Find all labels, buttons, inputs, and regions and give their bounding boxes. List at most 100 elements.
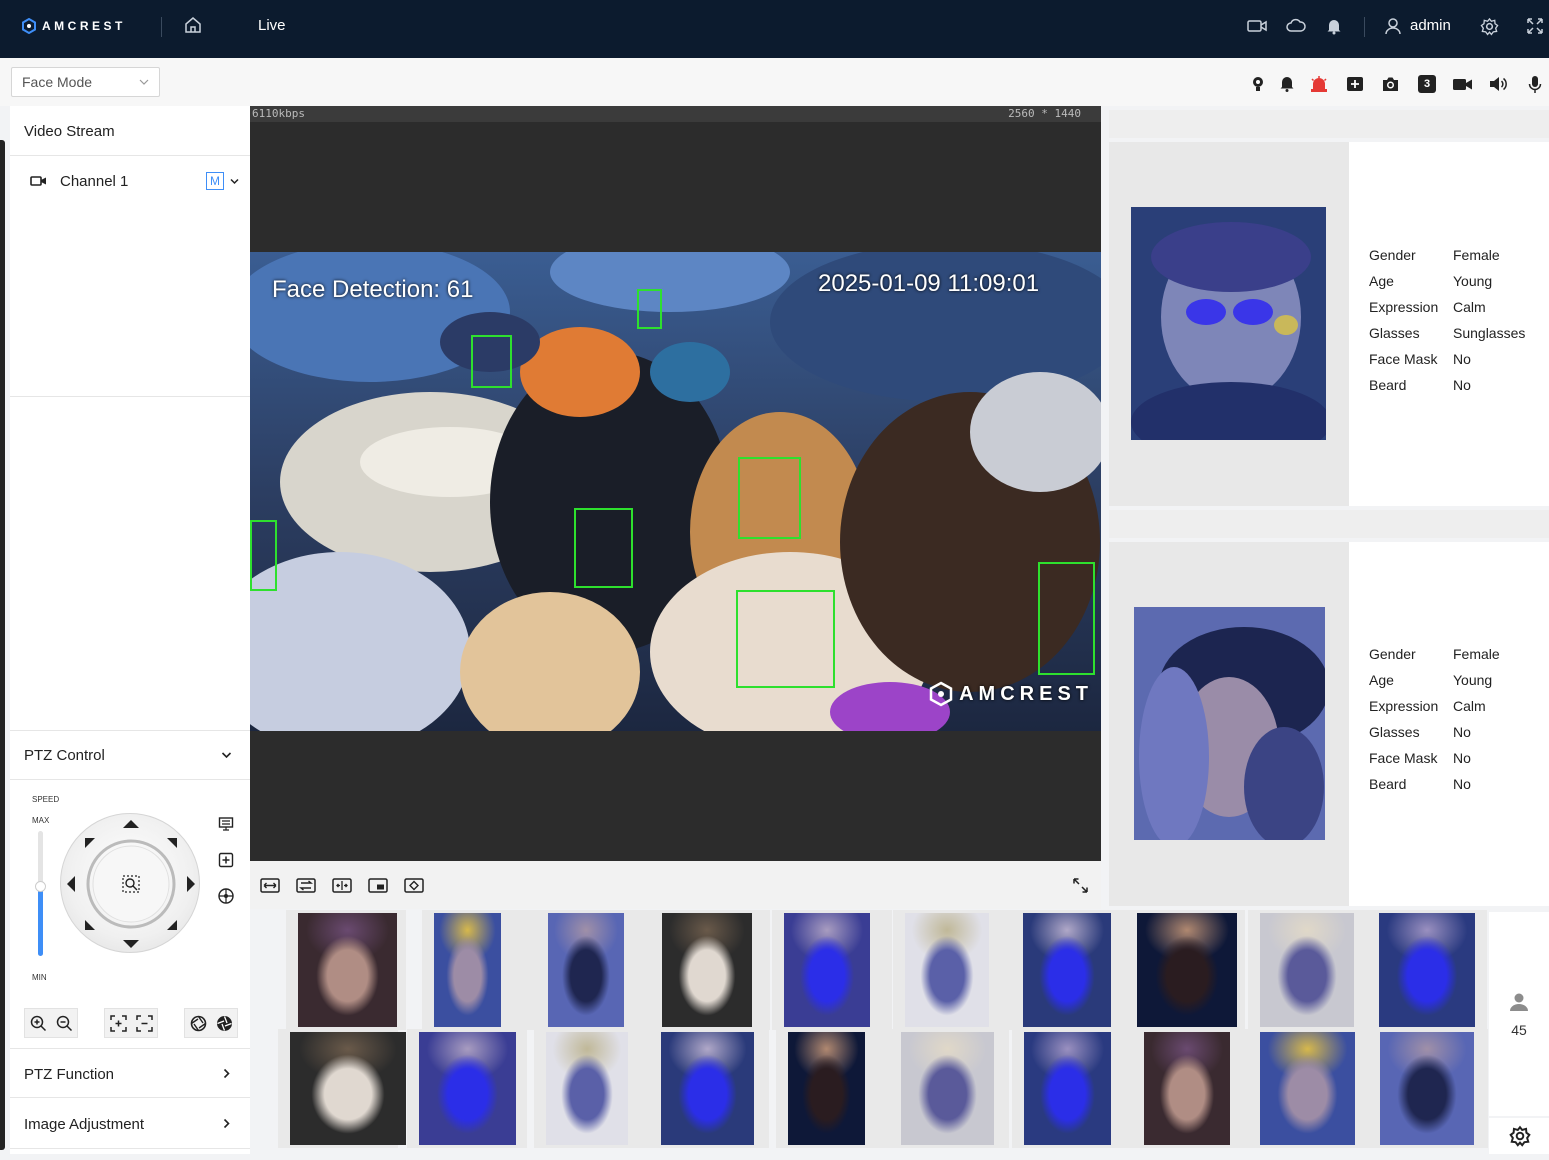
attr-row-age: Age Young [1369,273,1525,299]
face-capture-thumbnail[interactable] [662,913,752,1027]
fullscreen-icon[interactable] [1526,17,1544,35]
iris-open-icon[interactable] [189,1014,208,1033]
live-video-view[interactable]: 6110kbps 2560 * 1440 Face Detection: 61 … [250,106,1101,861]
original-size-icon[interactable] [332,878,352,893]
face-card-thumb-area [1109,142,1349,506]
face-capture-thumbnail[interactable] [788,1032,865,1145]
window-edge [0,140,5,1150]
face-detection-box[interactable] [1038,562,1095,675]
face-capture-thumbnail[interactable] [434,913,501,1027]
channel-item[interactable]: Channel 1 M [10,166,250,196]
face-detection-box[interactable] [637,289,662,329]
video-timestamp: 2025-01-09 11:09:01 [818,270,1040,297]
ptz-position-icon[interactable] [217,887,235,905]
attr-row-gender: Gender Female [1369,646,1500,672]
face-attributes: Gender Female Age Young Expression Calm Gla… [1369,646,1500,802]
focus-near-icon[interactable] [110,1015,127,1032]
triple-snapshot-icon[interactable]: 3 [1418,75,1436,93]
light-icon[interactable] [1250,75,1266,93]
camera-record-icon[interactable] [1247,17,1267,35]
ptz-direction-pad[interactable] [60,813,200,953]
ptz-control-header[interactable]: PTZ Control [10,730,250,780]
chevron-down-icon [221,752,232,759]
fit-width-icon[interactable] [260,878,280,893]
face-capture-thumbnail[interactable] [548,913,624,1027]
face-capture-thumbnail[interactable] [1024,1032,1111,1145]
watermark-text: AMCREST [959,682,1093,705]
stream-switch-icon[interactable] [296,878,316,893]
face-detection-box[interactable] [471,335,512,388]
face-capture-thumbnail[interactable] [546,1032,628,1145]
face-capture-thumbnail[interactable] [1380,1032,1474,1145]
gear-icon[interactable] [1480,17,1499,36]
face-capture-thumbnail[interactable] [1023,913,1111,1027]
picture-in-picture-icon[interactable] [368,878,388,893]
face-detection-box[interactable] [736,590,835,688]
attr-key: Beard [1369,776,1407,792]
face-capture-thumbnail[interactable] [298,913,397,1027]
face-detection-box[interactable] [250,520,277,591]
focus-far-icon[interactable] [136,1015,153,1032]
attr-row-expression: Expression Calm [1369,698,1500,724]
stream-type-badge[interactable]: M [206,172,224,190]
attr-key: Face Mask [1369,351,1438,367]
record-icon[interactable] [1452,75,1473,93]
add-window-icon[interactable] [1346,75,1364,93]
face-card[interactable]: Gender Female Age Young Expression Calm Gla… [1109,142,1549,506]
gear-icon[interactable] [1509,1125,1531,1147]
attr-value: Female [1453,247,1500,263]
mic-icon[interactable] [1527,75,1543,94]
ptz-add-preset-icon[interactable] [218,852,234,868]
attr-row-gender: Gender Female [1369,247,1525,273]
siren-icon[interactable] [1309,75,1329,93]
face-capture-thumbnail[interactable] [290,1032,406,1145]
snapshot-icon[interactable] [1381,75,1400,93]
focus-button-group [104,1008,158,1038]
attr-key: Glasses [1369,325,1420,341]
face-capture-thumbnail[interactable] [661,1032,754,1145]
image-adjustment-row[interactable]: Image Adjustment [10,1099,250,1149]
bell-icon[interactable] [1325,17,1343,35]
speed-slider[interactable] [35,831,46,956]
expand-icon[interactable] [1072,877,1089,894]
face-capture-thumbnail[interactable] [905,913,989,1027]
face-capture-thumbnail[interactable] [1144,1032,1230,1145]
face-capture-thumbnail[interactable] [1260,913,1354,1027]
attr-row-age: Age Young [1369,672,1500,698]
face-capture-thumbnail[interactable] [901,1032,994,1145]
face-capture-thumbnail[interactable] [1260,1032,1355,1145]
attr-key: Age [1369,273,1394,289]
face-capture-thumbnail[interactable] [419,1032,516,1145]
mode-select[interactable]: Face Mode [11,67,160,97]
ptz-function-row[interactable]: PTZ Function [10,1048,250,1098]
user-name[interactable]: admin [1410,17,1451,34]
zoom-out-icon[interactable] [56,1015,73,1032]
alarm-bell-icon[interactable] [1279,75,1295,93]
cloud-icon[interactable] [1286,17,1306,35]
camera-channel-icon [30,176,46,186]
face-card[interactable]: Gender Female Age Young Expression Calm Gla… [1109,542,1549,906]
speed-slider-handle[interactable] [35,881,46,892]
attr-row-glasses: Glasses Sunglasses [1369,325,1525,351]
speaker-icon[interactable] [1488,75,1508,93]
face-capture-thumbnail[interactable] [784,913,870,1027]
iris-close-icon[interactable] [215,1014,234,1033]
face-capture-thumbnail[interactable] [1137,913,1237,1027]
face-detection-box[interactable] [738,457,801,539]
face-capture-thumbnail[interactable] [1379,913,1475,1027]
rule-overlay-icon[interactable] [404,878,424,893]
zoom-in-icon[interactable] [30,1015,47,1032]
channel-label: Channel 1 [60,173,129,190]
chevron-down-icon[interactable] [230,178,239,185]
left-panel: Video Stream Channel 1 M PTZ Control SPE… [10,106,250,1154]
nav-live[interactable]: Live [258,17,286,34]
user-icon[interactable] [1384,17,1402,35]
ptz-menu-icon[interactable] [218,816,234,832]
face-detection-box[interactable] [574,508,633,588]
resolution-readout: 2560 * 1440 [1008,107,1081,120]
crowd-scene-image [250,252,1101,731]
home-icon[interactable] [183,15,203,35]
speed-min-label: MIN [32,973,47,982]
amcrest-logo[interactable]: AMCREST [22,18,126,34]
attr-value: No [1453,724,1471,740]
